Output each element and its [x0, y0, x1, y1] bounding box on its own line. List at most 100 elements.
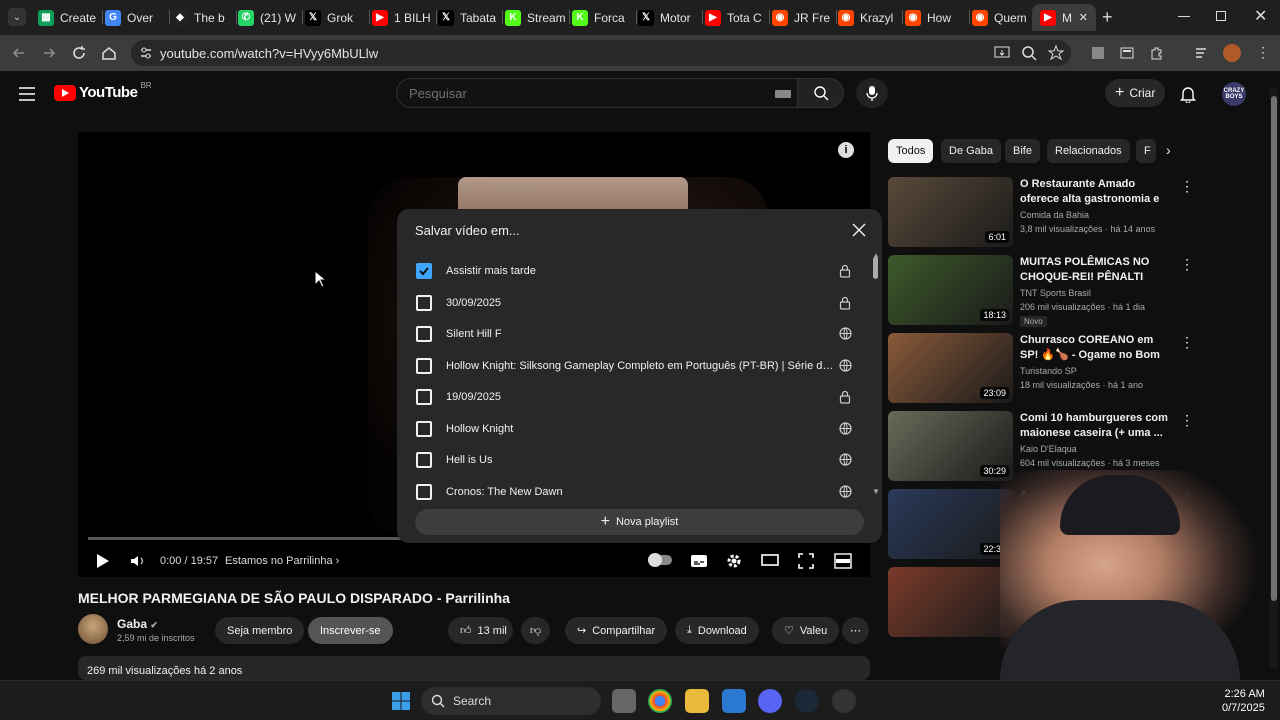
url-text[interactable]: youtube.com/watch?v=HVyy6MbULlw	[160, 46, 378, 61]
voice-search-button[interactable]	[856, 78, 888, 108]
home-icon[interactable]	[100, 44, 118, 62]
reload-icon[interactable]	[70, 44, 88, 62]
browser-tab[interactable]: ◉ JR Fre	[772, 4, 832, 31]
system-clock[interactable]: 2:26 AM 0/7/2025	[1222, 687, 1265, 715]
recommended-title[interactable]: MUITAS POLÊMICAS NO CHOQUE-REI! PÊNALTI …	[1020, 255, 1168, 285]
close-icon[interactable]	[852, 223, 866, 237]
description-box[interactable]: 269 mil visualizações há 2 anos	[78, 656, 870, 680]
keyboard-icon[interactable]	[775, 90, 791, 98]
maximize-button[interactable]	[1216, 11, 1226, 21]
extensions-puzzle-icon[interactable]	[1148, 44, 1166, 62]
back-icon[interactable]	[10, 44, 28, 62]
checkbox[interactable]	[416, 389, 432, 405]
new-playlist-button[interactable]: + Nova playlist	[415, 509, 864, 535]
file-explorer-icon[interactable]	[685, 689, 709, 713]
extension-icon[interactable]	[1089, 44, 1107, 62]
close-window-button[interactable]: ✕	[1254, 6, 1267, 26]
download-button[interactable]: ⤓ Download	[675, 617, 759, 644]
extension-icon-2[interactable]	[1118, 44, 1136, 62]
checkbox[interactable]	[416, 294, 432, 311]
browser-tab[interactable]: ◉ How	[905, 4, 965, 31]
play-icon[interactable]	[96, 553, 110, 569]
recommended-video[interactable]: 6:01 O Restaurante Amado oferece alta gas…	[888, 177, 1194, 247]
page-scrollbar[interactable]	[1270, 88, 1278, 668]
browser-tab[interactable]: 𝕏 Tabata	[438, 4, 498, 31]
video-thumbnail[interactable]: 30:29	[888, 411, 1013, 481]
windows-start-icon[interactable]	[389, 689, 413, 713]
share-button[interactable]: ↪ Compartilhar	[565, 617, 668, 644]
microsoft-store-icon[interactable]	[722, 689, 746, 713]
browser-menu-icon[interactable]: ⋮	[1256, 44, 1270, 61]
browser-tab[interactable]: K Forca	[572, 4, 632, 31]
page-scrollbar-thumb[interactable]	[1271, 96, 1277, 601]
recommended-video[interactable]: 23:09 Churrasco COREANO em SP! 🔥🍗 - Ogame…	[888, 333, 1194, 403]
playlist-row[interactable]: Cronos: The New Dawn	[416, 482, 861, 502]
playlist-row[interactable]: Assistir mais tarde	[416, 261, 861, 281]
checkbox[interactable]	[416, 326, 432, 342]
zoom-icon[interactable]	[1020, 44, 1038, 62]
volume-icon[interactable]	[130, 553, 146, 569]
channel-avatar[interactable]	[78, 614, 108, 644]
playlist-row[interactable]: Silent Hill F	[416, 324, 861, 344]
hamburger-menu-icon[interactable]	[19, 87, 35, 101]
profile-avatar[interactable]	[1223, 44, 1241, 62]
filter-chip[interactable]: Relacionados	[1047, 139, 1130, 163]
subscribe-button[interactable]: Inscrever-se	[308, 617, 393, 644]
join-button[interactable]: Seja membro	[215, 617, 305, 644]
steam-icon[interactable]	[795, 689, 819, 713]
new-tab-button[interactable]: +	[1102, 7, 1113, 28]
create-button[interactable]: + Criar	[1105, 79, 1165, 107]
fullscreen-icon[interactable]	[798, 553, 814, 569]
bookmark-star-icon[interactable]	[1047, 44, 1065, 62]
checkbox[interactable]	[416, 357, 432, 374]
account-avatar[interactable]: CRAZY BOYS	[1222, 82, 1246, 106]
info-icon[interactable]: i	[838, 142, 854, 158]
more-options-icon[interactable]: ⋮	[1180, 335, 1194, 349]
recommended-title[interactable]: O Restaurante Amado oferece alta gastron…	[1020, 177, 1168, 207]
checkbox[interactable]	[416, 452, 432, 468]
video-thumbnail[interactable]: 6:01	[888, 177, 1013, 247]
browser-tab[interactable]: ◉ Krazyl	[838, 4, 898, 31]
browser-tab[interactable]: ◉ Quem	[972, 4, 1032, 31]
search-input[interactable]: Pesquisar	[396, 78, 798, 108]
browser-tab[interactable]: K Stream	[505, 4, 565, 31]
checkbox[interactable]	[416, 483, 432, 500]
miniplayer-icon[interactable]	[834, 553, 852, 569]
more-options-icon[interactable]: ⋮	[1180, 257, 1194, 271]
playlist-row[interactable]: Hollow Knight: Silksong Gameplay Complet…	[416, 356, 861, 376]
browser-tab[interactable]: ▶ Tota C	[705, 4, 765, 31]
video-thumbnail[interactable]: 18:13	[888, 255, 1013, 325]
minimize-button[interactable]	[1178, 16, 1190, 17]
forward-icon[interactable]	[40, 44, 58, 62]
browser-tab[interactable]: ✆ (21) W	[238, 4, 298, 31]
taskbar-search[interactable]: Search	[421, 687, 601, 715]
discord-icon[interactable]	[758, 689, 782, 713]
playlist-row[interactable]: Hollow Knight	[416, 419, 861, 439]
recommended-title[interactable]: Comi 10 hamburgueres com maionese caseir…	[1020, 411, 1168, 441]
theater-mode-icon[interactable]	[761, 553, 779, 567]
install-app-icon[interactable]	[993, 44, 1011, 62]
thanks-button[interactable]: ♡ Valeu	[772, 617, 840, 644]
recommended-title[interactable]: Churrasco COREANO em SP! 🔥🍗 - Ogame no B…	[1020, 333, 1168, 363]
filter-chip[interactable]: Bife	[1005, 139, 1040, 163]
subtitles-icon[interactable]	[690, 553, 708, 569]
search-button[interactable]	[798, 78, 844, 108]
recommended-video[interactable]: 18:13 MUITAS POLÊMICAS NO CHOQUE-REI! PÊN…	[888, 255, 1194, 327]
youtube-logo[interactable]: YouTube BR	[54, 81, 152, 101]
browser-tab[interactable]: ▶ M ✕	[1032, 4, 1096, 31]
more-options-icon[interactable]: ⋮	[1180, 179, 1194, 193]
tab-search-button[interactable]: ⌄	[8, 8, 26, 26]
task-view-icon[interactable]	[612, 689, 636, 713]
checkbox[interactable]	[416, 420, 432, 437]
video-thumbnail[interactable]	[888, 567, 1013, 637]
chapter-title[interactable]: Estamos no Parrilinha ›	[225, 555, 339, 567]
like-button[interactable]: 👍︎ 13 mil	[448, 617, 513, 644]
settings-gear-icon[interactable]	[726, 553, 742, 569]
site-info-icon[interactable]	[139, 46, 153, 60]
checkbox-checked[interactable]	[416, 263, 432, 279]
chips-next-icon[interactable]: ›	[1166, 142, 1171, 158]
autoplay-toggle[interactable]	[648, 553, 672, 567]
browser-tab[interactable]: G Over	[105, 4, 165, 31]
more-options-icon[interactable]: ⋮	[1180, 413, 1194, 427]
media-control-icon[interactable]	[1193, 44, 1211, 62]
